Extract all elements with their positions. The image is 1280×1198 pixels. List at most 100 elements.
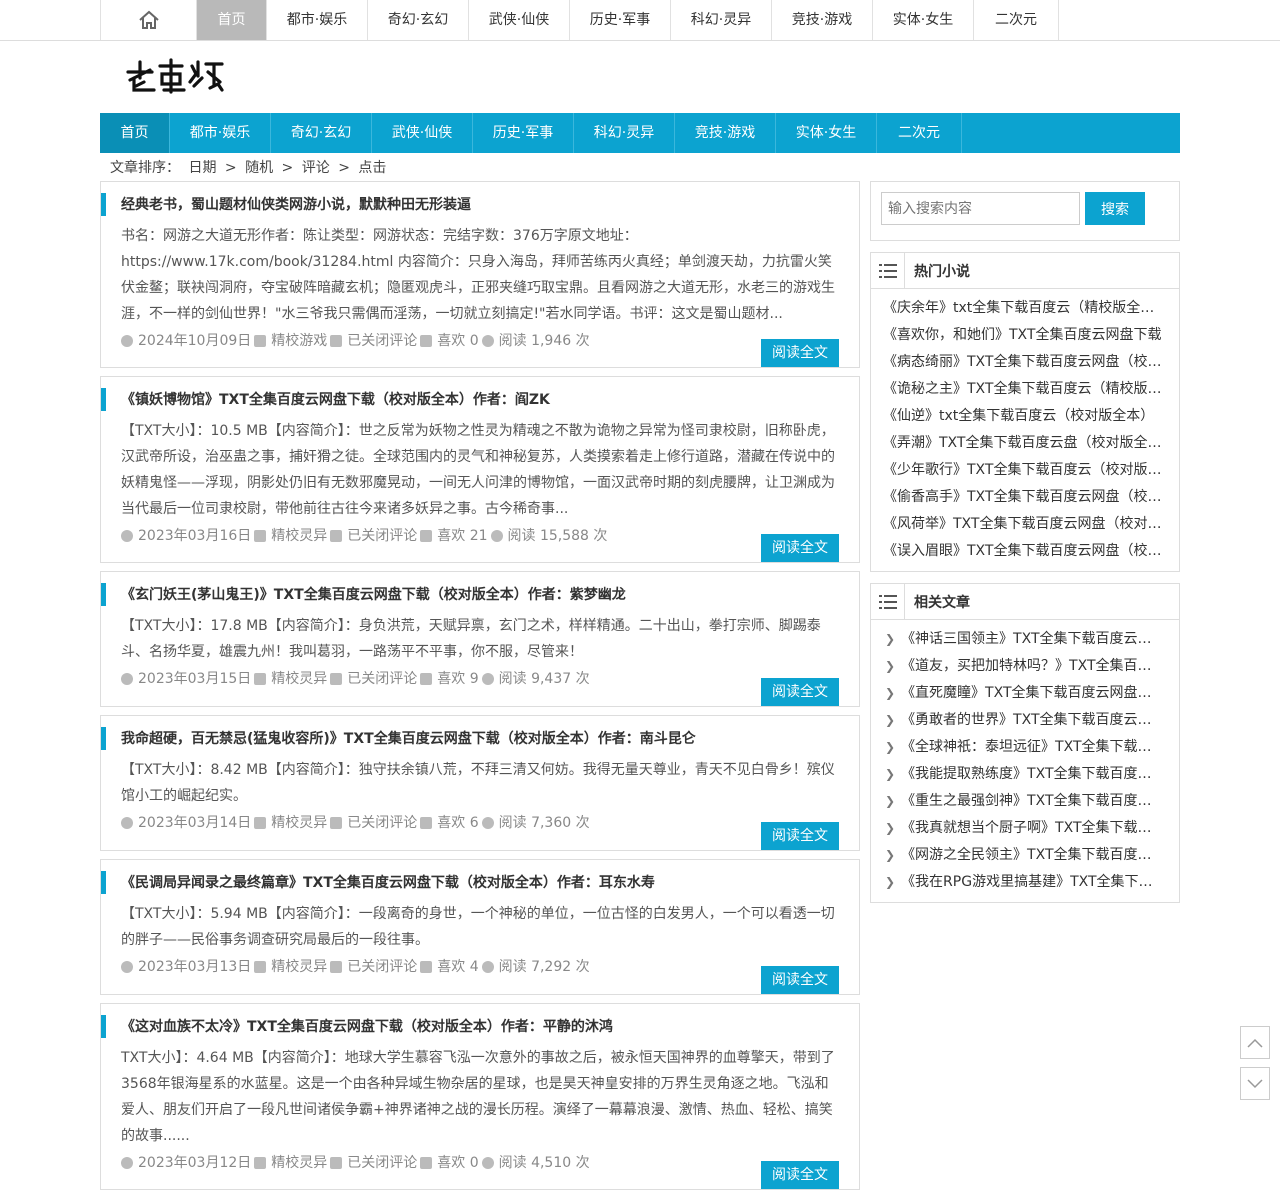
clock-icon [121,1157,133,1169]
top-nav-item-home[interactable]: 首页 [197,0,267,40]
related-article-title: 《网游之全民领主》TXT全集下载百度云网盘 [901,847,1179,863]
post-likes: 喜欢 9 [437,671,479,687]
category-icon [254,673,267,685]
main-nav-item-home[interactable]: 首页 [100,113,170,153]
sort-comments[interactable]: 评论 [302,160,330,176]
post-category[interactable]: 精校灵异 [271,526,327,546]
read-more-button[interactable]: 阅读全文 [761,822,839,850]
post-views: 阅读 7,360 次 [498,815,590,831]
chevron-down-icon [1247,1078,1263,1088]
read-more-button[interactable]: 阅读全文 [761,339,839,367]
top-nav-item-acg[interactable]: 二次元 [974,0,1059,40]
clock-icon [121,961,133,973]
related-panel: 相关文章 ❯ 《神话三国领主》TXT全集下载百度云网盘（校对版） ❯ 《道友，买把加特… [870,583,1180,903]
chevron-right-icon: ❯ [885,821,896,835]
post-category[interactable]: 精校灵异 [271,1153,327,1173]
hot-novel-link[interactable]: 《误入眉眼》TXT全集下载百度云网盘（校对版） [871,538,1179,565]
site-logo[interactable] [124,56,228,96]
hot-novel-link[interactable]: 《风荷举》TXT全集下载百度云网盘（校对版全本） [871,511,1179,538]
post-category[interactable]: 精校灵异 [271,669,327,689]
hot-novel-link[interactable]: 《病态绮丽》TXT全集下载百度云网盘（校对版） [871,349,1179,376]
related-article-link[interactable]: ❯ 《全球神祇：泰坦远征》TXT全集下载百度云 [871,734,1179,761]
post-title[interactable]: 《玄门妖王(茅山鬼王)》TXT全集百度云网盘下载（校对版全本）作者：紫梦幽龙 [101,583,839,607]
top-nav-item-fantasy[interactable]: 奇幻·玄幻 [368,0,469,40]
related-article-link[interactable]: ❯ 《勇敢者的世界》TXT全集下载百度云网盘 [871,707,1179,734]
post-excerpt: TXT大小】：4.64 MB【内容简介】：地球大学生慕容飞泓一次意外的事故之后，… [121,1050,835,1144]
top-nav-item-scifi[interactable]: 科幻·灵异 [671,0,772,40]
eye-icon [490,530,503,542]
hot-novel-link[interactable]: 《诡秘之主》TXT全集下载百度云（精校版全本） [871,376,1179,403]
search-input[interactable] [881,192,1080,225]
read-more-button[interactable]: 阅读全文 [761,1161,839,1189]
main-nav-item-acg[interactable]: 二次元 [877,113,962,153]
post-title[interactable]: 经典老书，蜀山题材仙侠类网游小说，默默种田无形装逼 [101,193,839,217]
read-more-button[interactable]: 阅读全文 [761,678,839,706]
scroll-top-button[interactable] [1240,1026,1270,1059]
related-article-link[interactable]: ❯ 《我真就想当个厨子啊》TXT全集下载百度云 [871,815,1179,842]
post-card: 《民调局异闻录之最终篇章》TXT全集百度云网盘下载（校对版全本）作者：耳东水寿 … [100,859,860,995]
post-date: 2023年03月12日 [138,1155,252,1171]
top-nav-item-urban[interactable]: 都市·娱乐 [267,0,368,40]
sort-clicks[interactable]: 点击 [358,160,386,176]
main-nav-item-female[interactable]: 实体·女生 [776,113,877,153]
main-nav-item-scifi[interactable]: 科幻·灵异 [574,113,675,153]
clock-icon [121,673,133,685]
top-nav-item-wuxia[interactable]: 武侠·仙侠 [469,0,570,40]
related-article-link[interactable]: ❯ 《我在RPG游戏里搞基建》TXT全集下载百度云 [871,869,1179,896]
sort-random[interactable]: 随机 [245,160,273,176]
related-article-link[interactable]: ❯ 《网游之全民领主》TXT全集下载百度云网盘 [871,842,1179,869]
thumbs-up-icon [420,673,433,685]
post-category[interactable]: 精校灵异 [271,957,327,977]
hot-novel-link[interactable]: 《仙逆》txt全集下载百度云（校对版全本） [871,403,1179,430]
main-nav-item-fantasy[interactable]: 奇幻·玄幻 [271,113,372,153]
post-meta: 2023年03月13日 精校灵异 已关闭评论 喜欢 4 阅读 7,292 次 [121,957,839,977]
main-nav-item-history[interactable]: 历史·军事 [473,113,574,153]
post-likes: 喜欢 21 [437,528,488,544]
sort-label: 文章排序： [110,160,180,176]
main-nav-item-games[interactable]: 竞技·游戏 [675,113,776,153]
related-article-link[interactable]: ❯ 《直死魔瞳》TXT全集下载百度云网盘（校对版） [871,680,1179,707]
sort-sep: > [338,160,350,176]
scroll-bottom-button[interactable] [1240,1067,1270,1100]
main-nav-item-wuxia[interactable]: 武侠·仙侠 [372,113,473,153]
post-category[interactable]: 精校游戏 [271,331,327,351]
hot-novel-link[interactable]: 《喜欢你，和她们》TXT全集百度云网盘下载 [871,322,1179,349]
top-bar: 首页 都市·娱乐 奇幻·玄幻 武侠·仙侠 历史·军事 科幻·灵异 竞技·游戏 实… [0,0,1280,41]
hot-novel-link[interactable]: 《偷香高手》TXT全集下载百度云网盘（校对版） [871,484,1179,511]
sort-sep: > [281,160,294,176]
post-title[interactable]: 《民调局异闻录之最终篇章》TXT全集百度云网盘下载（校对版全本）作者：耳东水寿 [101,871,839,895]
top-nav-item-female[interactable]: 实体·女生 [873,0,974,40]
post-title[interactable]: 《镇妖博物馆》TXT全集百度云网盘下载（校对版全本）作者：阎ZK [101,388,839,412]
related-article-link[interactable]: ❯ 《道友，买把加特林吗？》TXT全集百度云网盘 [871,653,1179,680]
hot-novel-link[interactable]: 《少年歌行》TXT全集下载百度云（校对版全本） [871,457,1179,484]
sort-date[interactable]: 日期 [188,160,216,176]
read-more-button[interactable]: 阅读全文 [761,966,839,994]
chevron-right-icon: ❯ [885,686,896,700]
post-excerpt: 【TXT大小】：5.94 MB【内容简介】：一段离奇的身世，一个神秘的单位，一位… [121,906,835,948]
sidebar: 搜索 热门小说 《庆余年》txt全集下载百度云（精校版全本）《喜欢你，和她们》T… [870,181,1180,914]
comment-icon [330,673,343,685]
post-likes: 喜欢 4 [437,959,479,975]
post-title[interactable]: 《这对血族不太冷》TXT全集百度云网盘下载（校对版全本）作者：平静的沐鸿 [101,1015,839,1039]
list-icon [871,583,905,620]
search-button[interactable]: 搜索 [1085,192,1145,225]
related-article-link[interactable]: ❯ 《重生之最强剑神》TXT全集下载百度云网盘 [871,788,1179,815]
hot-novel-link[interactable]: 《庆余年》txt全集下载百度云（精校版全本） [871,295,1179,322]
post-meta: 2024年10月09日 精校游戏 已关闭评论 喜欢 0 阅读 1,946 次 [121,331,839,351]
related-article-link[interactable]: ❯ 《我能提取熟练度》TXT全集下载百度云网盘 [871,761,1179,788]
post-category[interactable]: 精校灵异 [271,813,327,833]
post-likes: 喜欢 0 [437,1155,479,1171]
hot-novel-link[interactable]: 《弄潮》TXT全集下载百度云盘（校对版全本） [871,430,1179,457]
top-nav-item-history[interactable]: 历史·军事 [570,0,671,40]
read-more-button[interactable]: 阅读全文 [761,534,839,562]
post-list: 经典老书，蜀山题材仙侠类网游小说，默默种田无形装逼 书名：网游之大道无形作者：陈… [100,181,860,1198]
related-article-link[interactable]: ❯ 《神话三国领主》TXT全集下载百度云网盘（校对版） [871,626,1179,653]
home-link[interactable] [100,0,197,40]
top-nav-item-games[interactable]: 竞技·游戏 [772,0,873,40]
post-card: 经典老书，蜀山题材仙侠类网游小说，默默种田无形装逼 书名：网游之大道无形作者：陈… [100,181,860,368]
post-title[interactable]: 我命超硬，百无禁忌(猛鬼收容所)》TXT全集百度云网盘下载（校对版全本）作者：南… [101,727,839,751]
chevron-right-icon: ❯ [885,632,896,646]
main-nav-item-urban[interactable]: 都市·娱乐 [170,113,271,153]
clock-icon [121,335,133,347]
related-article-title: 《道友，买把加特林吗？》TXT全集百度云网盘 [901,658,1179,674]
